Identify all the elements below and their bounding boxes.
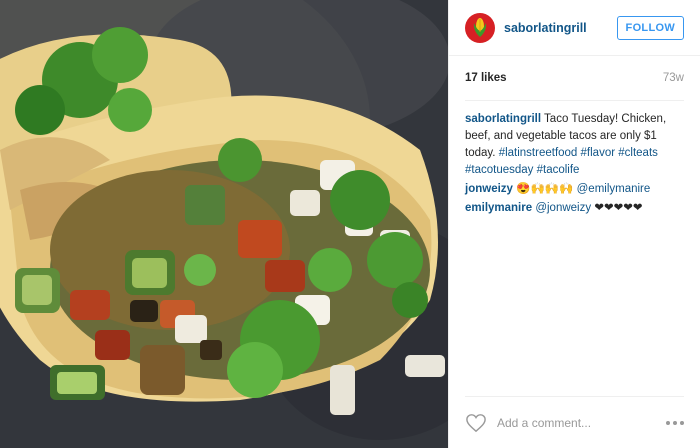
comment-emoji: 😍🙌🙌🙌 [516, 183, 574, 195]
heart-outline-icon[interactable] [465, 413, 487, 433]
avatar[interactable] [465, 12, 495, 43]
post-photo[interactable] [0, 0, 448, 448]
comment-emoji: ❤❤❤❤❤ [594, 202, 643, 214]
follow-button[interactable]: FOLLOW [616, 15, 684, 40]
hashtag[interactable]: #clteats [618, 147, 658, 159]
likes-count[interactable]: 17 likes [465, 72, 507, 84]
comment-item: jonweizy 😍🙌🙌🙌 @emilymanire [465, 181, 684, 198]
hashtag[interactable]: #latinstreetfood [499, 147, 578, 159]
comment-mention[interactable]: @jonweizy [535, 202, 591, 214]
corn-logo-icon [473, 17, 487, 37]
ellipsis-icon[interactable] [666, 420, 684, 425]
comment-mention[interactable]: @emilymanire [577, 183, 651, 195]
taco-photo-illustration [0, 0, 448, 448]
post-timestamp[interactable]: 73w [663, 72, 684, 84]
add-comment-input[interactable] [497, 415, 666, 430]
hashtag[interactable]: #tacolife [537, 164, 580, 176]
comment-list: saborlatingrill Taco Tuesday! Chicken, b… [449, 101, 700, 217]
comment-username[interactable]: jonweizy [465, 183, 513, 195]
hashtag[interactable]: #flavor [581, 147, 616, 159]
post-sidebar: saborlatingrill FOLLOW 17 likes 73w sabo… [448, 0, 700, 448]
caption-username[interactable]: saborlatingrill [465, 113, 541, 125]
hashtag[interactable]: #tacotuesday [465, 164, 533, 176]
post-header: saborlatingrill FOLLOW [449, 0, 700, 56]
comment-item: emilymanire @jonweizy ❤❤❤❤❤ [465, 200, 684, 217]
post-username[interactable]: saborlatingrill [504, 21, 617, 35]
comment-bar [465, 396, 684, 448]
comment-username[interactable]: emilymanire [465, 202, 532, 214]
caption: saborlatingrill Taco Tuesday! Chicken, b… [465, 111, 684, 179]
post-meta: 17 likes 73w [465, 56, 684, 101]
